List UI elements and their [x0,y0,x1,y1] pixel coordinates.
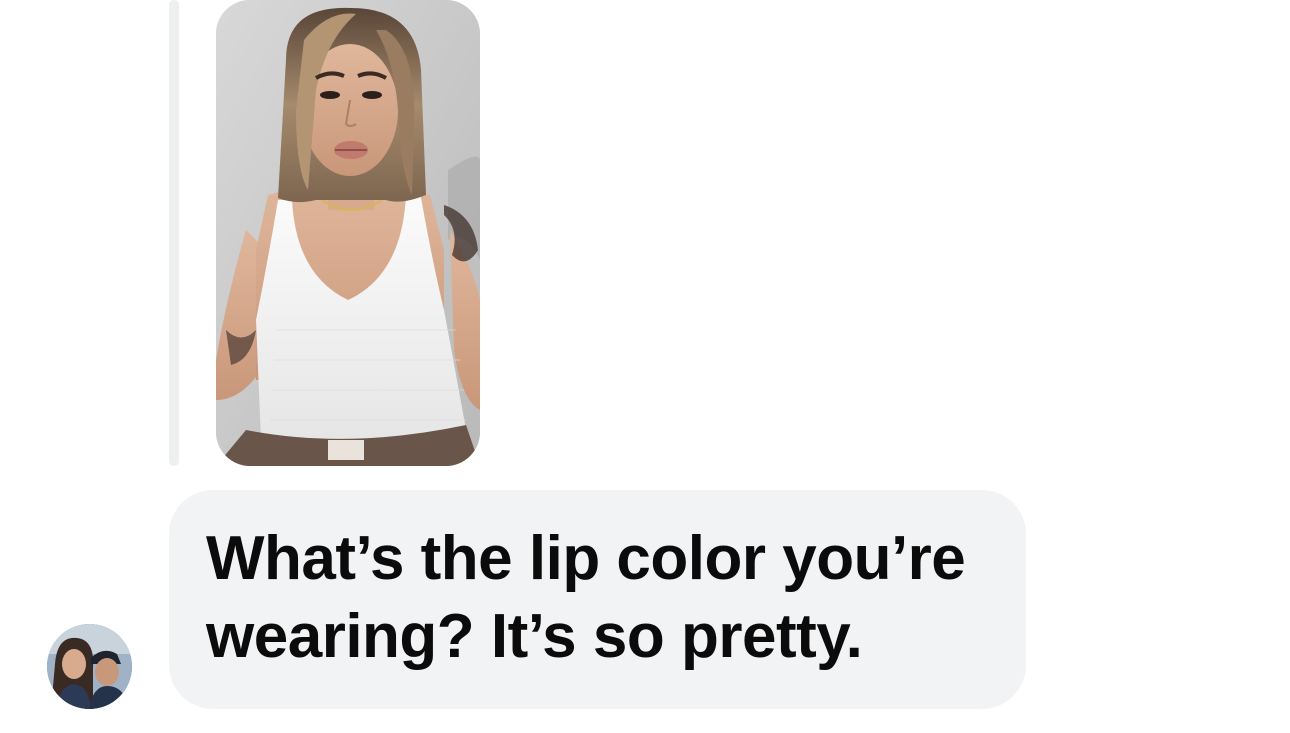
message-thread: What’s the lip color you’re wearing? It’… [0,0,1290,733]
sender-avatar[interactable] [47,624,132,709]
message-text: What’s the lip color you’re wearing? It’… [206,524,966,671]
shared-media-thumbnail[interactable] [216,0,480,466]
reply-indicator-bar [169,0,179,466]
message-bubble[interactable]: What’s the lip color you’re wearing? It’… [169,490,1026,709]
shared-photo-icon [216,0,480,466]
avatar-photo-icon [47,624,132,709]
